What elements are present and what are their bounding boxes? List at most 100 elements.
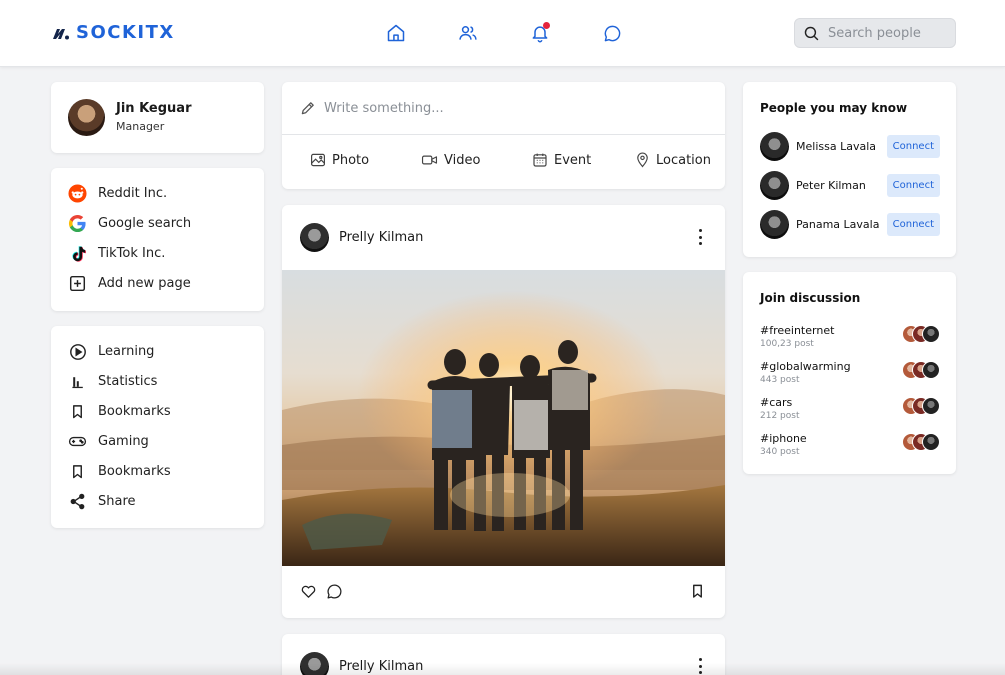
post-actions bbox=[300, 583, 343, 605]
more-options-icon[interactable] bbox=[697, 229, 703, 245]
avatar[interactable] bbox=[760, 210, 789, 239]
bookmark-icon bbox=[68, 462, 87, 481]
google-icon bbox=[68, 214, 87, 233]
person-name[interactable]: Melissa Lavala bbox=[796, 140, 880, 153]
page-item-label: Google search bbox=[98, 216, 192, 231]
discussion-topic[interactable]: #cars 212 post bbox=[760, 396, 940, 421]
photo-button[interactable]: Photo bbox=[310, 152, 369, 168]
menu-item-label: Gaming bbox=[98, 434, 149, 449]
profile-card[interactable]: Jin Keguar Manager bbox=[51, 82, 264, 153]
avatar[interactable] bbox=[760, 171, 789, 200]
menu-item-label: Learning bbox=[98, 344, 155, 359]
connect-button[interactable]: Connect bbox=[886, 213, 940, 236]
avatar[interactable] bbox=[68, 99, 105, 136]
location-pin-icon bbox=[637, 152, 648, 168]
menu-item-share[interactable]: Share bbox=[68, 492, 136, 511]
heart-icon bbox=[301, 585, 316, 598]
event-label: Event bbox=[554, 152, 592, 168]
feed-post: Prelly Kilman bbox=[282, 205, 725, 618]
avatar[interactable] bbox=[300, 223, 329, 252]
composer-input[interactable] bbox=[324, 100, 684, 116]
page-item-tiktok[interactable]: TikTok Inc. bbox=[68, 244, 165, 263]
divider bbox=[282, 134, 725, 135]
save-post-button[interactable] bbox=[690, 583, 705, 604]
post-header: Prelly Kilman bbox=[300, 223, 423, 252]
connect-button[interactable]: Connect bbox=[886, 135, 940, 158]
top-navbar: SOCKITX bbox=[0, 0, 1005, 67]
participant-avatars bbox=[902, 325, 940, 343]
participant-avatars bbox=[902, 361, 940, 379]
notification-badge bbox=[543, 22, 550, 29]
menu-item-learning[interactable]: Learning bbox=[68, 342, 154, 361]
nav-friends[interactable] bbox=[457, 22, 479, 44]
connect-button[interactable]: Connect bbox=[886, 174, 940, 197]
avatar[interactable] bbox=[760, 132, 789, 161]
location-button[interactable]: Location bbox=[635, 152, 711, 168]
page-item-label: Reddit Inc. bbox=[98, 186, 168, 201]
bookmark-icon bbox=[68, 402, 87, 421]
page-item-label: TikTok Inc. bbox=[98, 246, 166, 261]
menu-item-label: Bookmarks bbox=[98, 464, 171, 479]
card-title: People you may know bbox=[760, 101, 908, 115]
nav-notifications[interactable] bbox=[529, 22, 551, 44]
discussion-topic[interactable]: #globalwarming 443 post bbox=[760, 360, 940, 385]
discussion-topic[interactable]: #freeinternet 100,23 post bbox=[760, 324, 940, 349]
menu-item-bookmarks[interactable]: Bookmarks bbox=[68, 402, 171, 421]
search-input[interactable] bbox=[828, 25, 948, 41]
video-button[interactable]: Video bbox=[421, 152, 480, 168]
participant-avatars bbox=[902, 397, 940, 415]
nav-home[interactable] bbox=[385, 22, 407, 44]
menu-item-label: Share bbox=[98, 494, 136, 509]
home-icon bbox=[387, 24, 405, 42]
menu-item-label: Statistics bbox=[98, 374, 158, 389]
users-icon bbox=[459, 26, 477, 40]
pencil-icon bbox=[301, 102, 314, 115]
person-name[interactable]: Panama Lavala bbox=[796, 218, 880, 231]
discussion-topic[interactable]: #iphone 340 post bbox=[760, 432, 940, 457]
reddit-icon bbox=[68, 184, 87, 203]
play-circle-icon bbox=[68, 342, 87, 361]
suggested-person: Peter Kilman Connect bbox=[760, 171, 940, 200]
bar-chart-icon bbox=[68, 372, 87, 391]
video-icon bbox=[421, 155, 438, 165]
comment-button[interactable] bbox=[326, 583, 343, 605]
suggested-person: Melissa Lavala Connect bbox=[760, 132, 940, 161]
share-icon bbox=[68, 492, 87, 511]
photo-label: Photo bbox=[332, 152, 370, 168]
composer-input-row[interactable] bbox=[300, 98, 700, 118]
pages-card: Reddit Inc. Google search TikTok Inc. Ad… bbox=[51, 168, 264, 311]
profile-name: Jin Keguar bbox=[116, 101, 192, 116]
brand-name: SOCKITX bbox=[76, 22, 175, 43]
location-label: Location bbox=[656, 152, 711, 168]
plus-square-icon bbox=[68, 274, 87, 293]
event-button[interactable]: Event bbox=[532, 152, 591, 168]
add-new-page-button[interactable]: Add new page bbox=[68, 274, 191, 293]
post-author[interactable]: Prelly Kilman bbox=[339, 230, 423, 245]
menu-item-bookmarks-2[interactable]: Bookmarks bbox=[68, 462, 171, 481]
chat-bubble-icon bbox=[604, 25, 620, 41]
page-item-google[interactable]: Google search bbox=[68, 214, 191, 233]
participant-avatars bbox=[902, 433, 940, 451]
person-name[interactable]: Peter Kilman bbox=[796, 179, 880, 192]
calendar-icon bbox=[533, 153, 547, 167]
suggested-person: Panama Lavala Connect bbox=[760, 210, 940, 239]
nav-messages[interactable] bbox=[601, 22, 623, 44]
video-label: Video bbox=[444, 152, 481, 168]
like-button[interactable] bbox=[300, 583, 317, 605]
menu-item-gaming[interactable]: Gaming bbox=[68, 432, 149, 451]
page-item-label: Add new page bbox=[98, 276, 191, 291]
tiktok-icon bbox=[68, 244, 87, 263]
bookmark-icon bbox=[693, 584, 702, 598]
people-you-may-know-card: People you may know Melissa Lavala Conne… bbox=[743, 82, 956, 257]
search-icon bbox=[804, 26, 819, 40]
post-composer: Photo Video Event Location bbox=[282, 82, 725, 189]
brand-logo[interactable]: SOCKITX bbox=[52, 22, 175, 43]
search-bar[interactable] bbox=[794, 18, 956, 48]
gamepad-icon bbox=[68, 432, 87, 451]
shortcut-menu-card: Learning Statistics Bookmarks Gaming Boo… bbox=[51, 326, 264, 528]
page-item-reddit[interactable]: Reddit Inc. bbox=[68, 184, 167, 203]
post-image[interactable] bbox=[282, 270, 725, 566]
menu-item-statistics[interactable]: Statistics bbox=[68, 372, 157, 391]
menu-item-label: Bookmarks bbox=[98, 404, 171, 419]
card-title: Join discussion bbox=[760, 291, 861, 305]
